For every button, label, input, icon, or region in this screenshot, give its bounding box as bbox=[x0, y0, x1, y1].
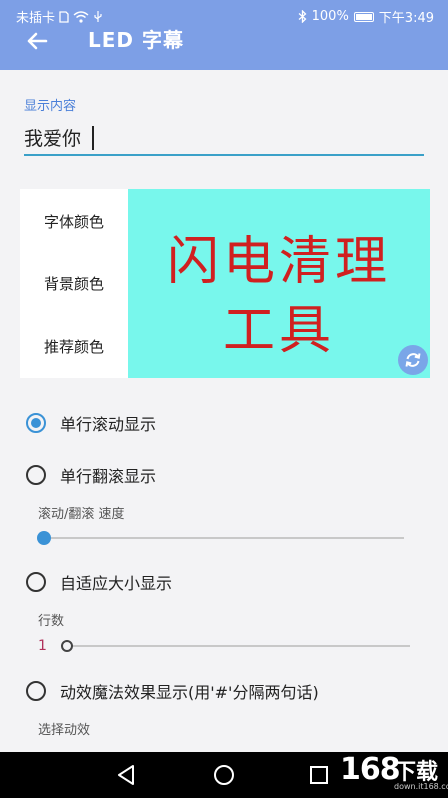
rows-slider-thumb[interactable] bbox=[61, 640, 73, 652]
recommended-color-option[interactable]: 推荐颜色 bbox=[20, 336, 128, 357]
mode-single-scroll-label: 单行滚动显示 bbox=[60, 415, 157, 434]
rows-label: 行数 bbox=[38, 614, 65, 629]
battery-icon bbox=[353, 11, 374, 22]
watermark-number: 168 bbox=[340, 752, 401, 787]
watermark: 168 下载 down.it168.com bbox=[340, 752, 448, 798]
background-color-option[interactable]: 背景颜色 bbox=[20, 273, 128, 294]
radio-single-flip[interactable] bbox=[26, 465, 46, 485]
speed-label: 滚动/翻滚 速度 bbox=[38, 507, 125, 522]
preview-line-1: 闪电清理 bbox=[166, 232, 391, 292]
app-title: LED 字幕 bbox=[88, 28, 184, 52]
rows-value: 1 bbox=[38, 638, 47, 654]
mode-adaptive[interactable]: 自适应大小显示 bbox=[26, 570, 172, 594]
usb-icon bbox=[94, 11, 102, 22]
radio-single-scroll[interactable] bbox=[26, 413, 46, 433]
app-bar: LED 字幕 bbox=[0, 28, 448, 70]
content-field-label: 显示内容 bbox=[24, 99, 77, 114]
clock: 下午3:49 bbox=[378, 11, 434, 26]
refresh-button[interactable] bbox=[398, 345, 428, 375]
effect-label: 选择动效 bbox=[38, 723, 91, 738]
speed-slider-thumb[interactable] bbox=[37, 531, 51, 545]
carrier-text: 未插卡 bbox=[16, 11, 56, 26]
battery-percent: 100% bbox=[311, 9, 349, 24]
nav-home-icon[interactable] bbox=[214, 765, 234, 785]
speed-slider-track[interactable] bbox=[44, 537, 404, 539]
content-input[interactable] bbox=[24, 120, 424, 156]
font-color-option[interactable]: 字体颜色 bbox=[20, 211, 128, 232]
radio-adaptive[interactable] bbox=[26, 572, 46, 592]
mode-magic-effect[interactable]: 动效魔法效果显示(用'#'分隔两句话) bbox=[26, 679, 319, 703]
led-preview: 闪电清理 工具 bbox=[128, 189, 430, 378]
color-options-panel: 字体颜色 背景颜色 推荐颜色 bbox=[20, 189, 128, 378]
rows-slider-track[interactable] bbox=[66, 645, 410, 647]
refresh-icon bbox=[405, 353, 421, 367]
wifi-icon bbox=[73, 10, 89, 23]
mode-magic-effect-label: 动效魔法效果显示(用'#'分隔两句话) bbox=[60, 683, 319, 702]
mode-single-flip[interactable]: 单行翻滚显示 bbox=[26, 463, 156, 487]
mode-single-flip-label: 单行翻滚显示 bbox=[60, 467, 157, 486]
back-arrow-icon[interactable] bbox=[22, 26, 52, 56]
status-right: 100% 下午3:49 bbox=[298, 7, 434, 26]
watermark-url: down.it168.com bbox=[394, 782, 448, 791]
nav-back-icon[interactable] bbox=[116, 764, 136, 786]
nav-recent-icon[interactable] bbox=[310, 766, 328, 784]
sim-card-icon bbox=[59, 10, 69, 23]
status-bar: 未插卡 100% 下午3:49 bbox=[0, 0, 448, 30]
text-cursor bbox=[92, 126, 94, 150]
bluetooth-icon bbox=[298, 10, 307, 23]
mode-adaptive-label: 自适应大小显示 bbox=[60, 574, 173, 593]
preview-line-2: 工具 bbox=[222, 301, 335, 361]
mode-single-scroll[interactable]: 单行滚动显示 bbox=[26, 411, 156, 435]
radio-magic-effect[interactable] bbox=[26, 681, 46, 701]
